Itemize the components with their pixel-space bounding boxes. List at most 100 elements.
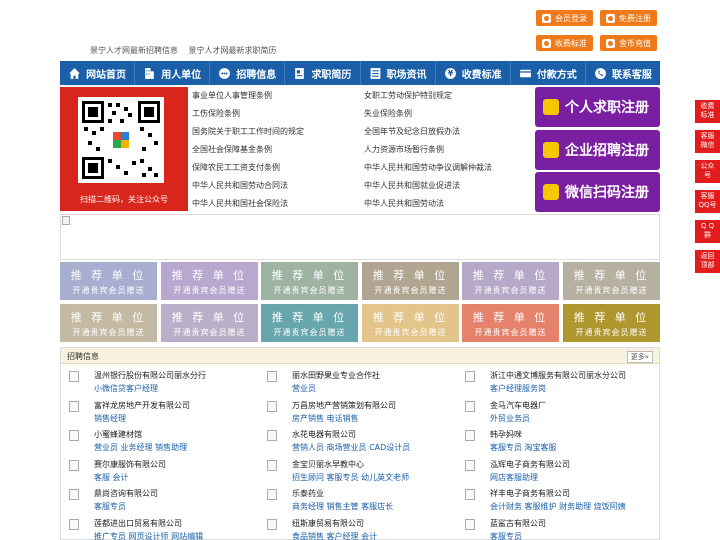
recommend-slot[interactable]: 推 荐 单 位开通贵宾会员赠送 xyxy=(261,262,358,300)
law-link[interactable]: 失业保险条例 xyxy=(364,108,412,119)
law-link[interactable]: 保障农民工工资支付条例 xyxy=(192,162,280,173)
company-name[interactable]: 韩孕妈咪 xyxy=(490,429,522,440)
nav-contact[interactable]: 联系客服 xyxy=(586,61,660,85)
register-button[interactable]: 免费注册 xyxy=(600,10,657,26)
law-link[interactable]: 女职工劳动保护特别规定 xyxy=(364,90,452,101)
job-positions[interactable]: 外贸业务员 xyxy=(490,413,530,424)
company-logo[interactable] xyxy=(465,518,475,530)
law-link[interactable]: 人力资源市场暂行条例 xyxy=(364,144,444,155)
float-service-wechat[interactable]: 客服 微信 xyxy=(695,130,720,153)
job-positions[interactable]: 客服专员 淘宝客服 xyxy=(490,442,557,453)
company-logo[interactable] xyxy=(69,400,79,412)
recommend-slot[interactable]: 推 荐 单 位开通贵宾会员赠送 xyxy=(563,304,660,342)
latest-resumes-link[interactable]: 景宁人才网最新求职简历 xyxy=(189,46,277,55)
company-name[interactable]: 纽斯康贸易有限公司 xyxy=(292,518,364,529)
company-name[interactable]: 鼎尚咨询有限公司 xyxy=(94,488,158,499)
nav-resumes[interactable]: 求职简历 xyxy=(285,61,361,85)
job-positions[interactable]: 会计财务 客服维护 财务助理 烧饭阿姨 xyxy=(490,501,626,512)
company-name[interactable]: 小蜜蜂建材馆 xyxy=(94,429,142,440)
latest-jobs-link[interactable]: 景宁人才网最新招聘信息 xyxy=(90,46,178,55)
employer-register-button[interactable]: 企业招聘注册 xyxy=(535,130,660,170)
company-name[interactable]: 赛尔康服饰有限公司 xyxy=(94,459,166,470)
job-positions[interactable]: 小微信贷客户经理 xyxy=(94,383,158,394)
nav-pricing[interactable]: ¥ 收费标准 xyxy=(436,61,511,85)
company-logo[interactable] xyxy=(69,430,79,441)
recommend-slot[interactable]: 推 荐 单 位开通贵宾会员赠送 xyxy=(362,304,459,342)
law-link[interactable]: 工伤保险条例 xyxy=(192,108,240,119)
jobseeker-register-button[interactable]: 个人求职注册 xyxy=(535,87,660,127)
law-link[interactable]: 全国社会保障基金条例 xyxy=(192,144,272,155)
float-service-qq[interactable]: 客服 QQ号 xyxy=(695,190,720,213)
job-positions[interactable]: 网店客服助理 xyxy=(490,472,538,483)
float-back-top[interactable]: 返回 顶部 xyxy=(695,250,720,273)
company-name[interactable]: 万昌房地产营销策划有限公司 xyxy=(292,400,396,411)
company-name[interactable]: 浙江中通文博服务有限公司丽水分公司 xyxy=(490,370,626,381)
job-positions[interactable]: 房产销售 电话销售 xyxy=(292,413,359,424)
law-link[interactable]: 中华人民共和国社会保险法 xyxy=(192,198,288,209)
law-link[interactable]: 全国年节及纪念日放假办法 xyxy=(364,126,460,137)
job-positions[interactable]: 推广专员 网页设计师 网站编辑 xyxy=(94,531,203,540)
company-name[interactable]: 水花电器有限公司 xyxy=(292,429,356,440)
company-logo[interactable] xyxy=(465,371,475,382)
law-link[interactable]: 中华人民共和国劳动法 xyxy=(364,198,444,209)
recommend-slot[interactable]: 推 荐 单 位开通贵宾会员赠送 xyxy=(161,304,258,342)
nav-payment[interactable]: 付款方式 xyxy=(511,61,586,85)
company-logo[interactable] xyxy=(69,518,79,530)
float-official-account[interactable]: 公众 号 xyxy=(695,160,720,183)
law-link[interactable]: 中华人民共和国就业促进法 xyxy=(364,180,460,191)
recommend-slot[interactable]: 推 荐 单 位开通贵宾会员赠送 xyxy=(161,262,258,300)
law-link[interactable]: 国务院关于职工工作时间的规定 xyxy=(192,126,304,137)
company-logo[interactable] xyxy=(465,489,475,500)
job-positions[interactable]: 客户经理服务岗 xyxy=(490,383,546,394)
company-logo[interactable] xyxy=(267,518,277,530)
wechat-register-button[interactable]: 微信扫码注册 xyxy=(535,172,660,212)
recommend-slot[interactable]: 推 荐 单 位开通贵宾会员赠送 xyxy=(60,304,157,342)
float-qq-group[interactable]: Q Q 群 xyxy=(695,220,720,243)
company-logo[interactable] xyxy=(267,459,277,471)
float-pricing[interactable]: 收费 标准 xyxy=(695,100,720,123)
login-button[interactable]: 会员登录 xyxy=(536,10,593,26)
company-logo[interactable] xyxy=(69,459,79,471)
company-logo[interactable] xyxy=(465,430,475,441)
company-logo[interactable] xyxy=(267,371,277,382)
company-logo[interactable] xyxy=(465,400,475,412)
recommend-slot[interactable]: 推 荐 单 位开通贵宾会员赠送 xyxy=(462,262,559,300)
company-name[interactable]: 泓辉电子商务有限公司 xyxy=(490,459,570,470)
more-button[interactable]: 更多» xyxy=(626,351,653,363)
recommend-slot[interactable]: 推 荐 单 位开通贵宾会员赠送 xyxy=(362,262,459,300)
company-logo[interactable] xyxy=(267,400,277,412)
job-positions[interactable]: 招生顾问 客服专员 幼儿英文老师 xyxy=(292,472,409,483)
job-positions[interactable]: 营销人员 商场营业员 CAD设计员 xyxy=(292,442,410,453)
nav-home[interactable]: 网站首页 xyxy=(60,61,136,85)
job-positions[interactable]: 销售经理 xyxy=(94,413,126,424)
company-logo[interactable] xyxy=(465,459,475,471)
job-positions[interactable]: 商务经理 销售主管 客服店长 xyxy=(292,501,393,512)
recommend-slot[interactable]: 推 荐 单 位开通贵宾会员赠送 xyxy=(462,304,559,342)
nav-employers[interactable]: 用人单位 xyxy=(135,61,211,85)
company-name[interactable]: 丽水田野果业专业合作社 xyxy=(292,370,380,381)
company-name[interactable]: 金马汽车电器厂 xyxy=(490,400,546,411)
qr-code[interactable] xyxy=(78,97,164,183)
job-positions[interactable]: 客服专员 xyxy=(94,501,126,512)
banner-ad[interactable] xyxy=(60,214,660,260)
law-link[interactable]: 事业单位人事管理条例 xyxy=(192,90,272,101)
job-positions[interactable]: 客服 会计 xyxy=(94,472,129,483)
job-positions[interactable]: 营业员 xyxy=(292,383,316,394)
nav-jobs[interactable]: 招聘信息 xyxy=(210,61,286,85)
recommend-slot[interactable]: 推 荐 单 位开通贵宾会员赠送 xyxy=(563,262,660,300)
recharge-button[interactable]: 金币充值 xyxy=(600,35,657,51)
company-logo[interactable] xyxy=(69,489,79,500)
company-logo[interactable] xyxy=(69,371,79,382)
recommend-slot[interactable]: 推 荐 单 位开通贵宾会员赠送 xyxy=(261,304,358,342)
company-name[interactable]: 富祥龙房地产开发有限公司 xyxy=(94,400,190,411)
job-positions[interactable]: 客服专员 xyxy=(490,531,522,540)
law-link[interactable]: 中华人民共和国劳动合同法 xyxy=(192,180,288,191)
company-name[interactable]: 金宝贝丽水早教中心 xyxy=(292,459,364,470)
company-name[interactable]: 莲都进出口贸易有限公司 xyxy=(94,518,182,529)
company-name[interactable]: 乐泰药业 xyxy=(292,488,324,499)
company-name[interactable]: 祥丰电子商务有限公司 xyxy=(490,488,570,499)
company-name[interactable]: 蓝鲨古有限公司 xyxy=(490,518,546,529)
job-positions[interactable]: 营业员 业务经理 销售助理 xyxy=(94,442,187,453)
law-link[interactable]: 中华人民共和国劳动争议调解仲裁法 xyxy=(364,162,492,173)
job-positions[interactable]: 食品销售 客户经理 会计 xyxy=(292,531,377,540)
